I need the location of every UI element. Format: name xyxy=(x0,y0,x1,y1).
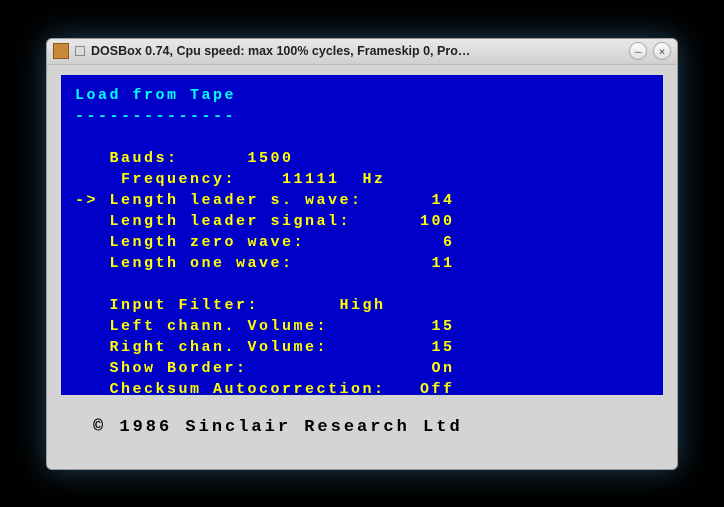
window: DOSBox 0.74, Cpu speed: max 100% cycles,… xyxy=(46,38,678,470)
copyright-footer: © 1986 Sinclair Research Ltd xyxy=(61,395,663,461)
close-button[interactable]: × xyxy=(653,42,671,60)
window-title: DOSBox 0.74, Cpu speed: max 100% cycles,… xyxy=(91,44,623,58)
titlebar: DOSBox 0.74, Cpu speed: max 100% cycles,… xyxy=(47,39,677,65)
minimize-button[interactable]: – xyxy=(629,42,647,60)
window-menu-icon[interactable] xyxy=(75,46,85,56)
content-area: Load from Tape -------------- Bauds: 150… xyxy=(47,65,677,469)
app-icon xyxy=(53,43,69,59)
emulator-screen[interactable]: Load from Tape -------------- Bauds: 150… xyxy=(61,75,663,395)
